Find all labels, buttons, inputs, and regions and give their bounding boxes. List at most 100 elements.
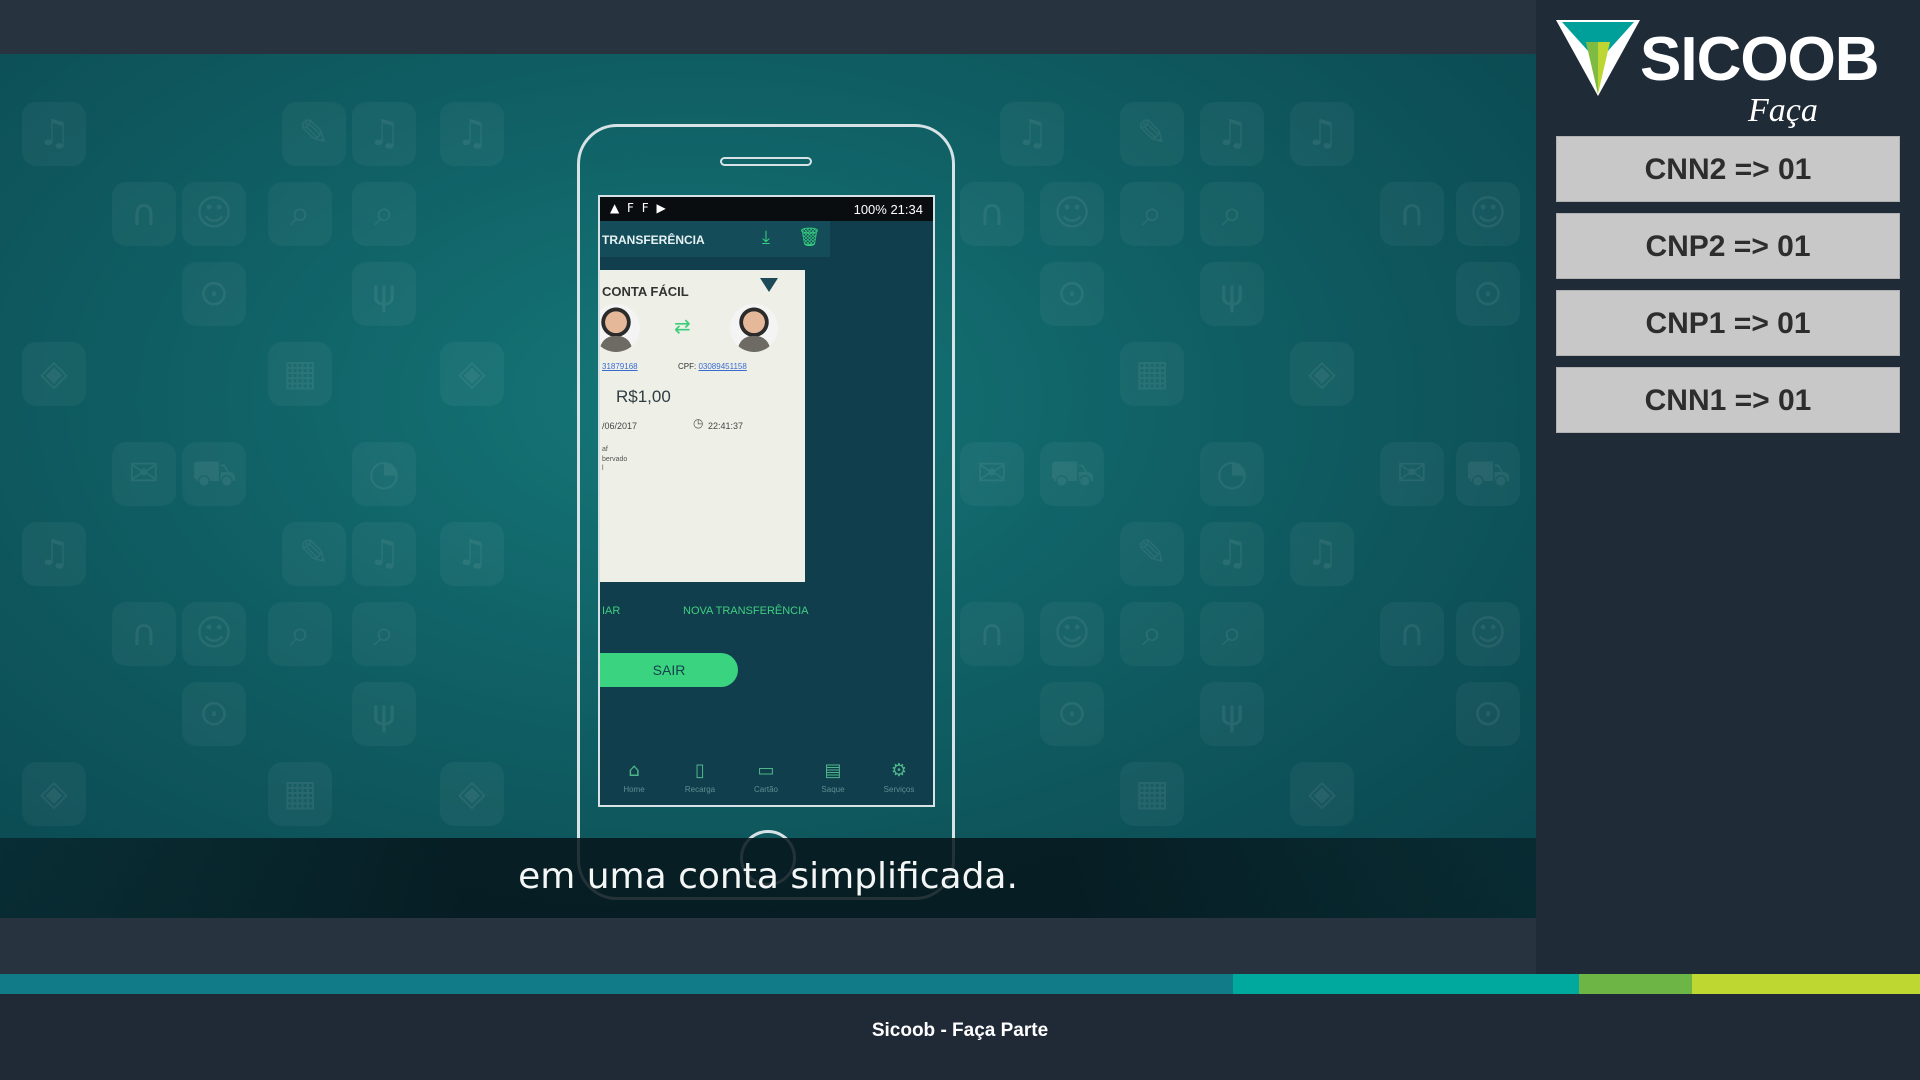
music-icon: ♫ (22, 522, 86, 586)
pen-icon: ✎ (1120, 102, 1184, 166)
nav-label: Home (623, 785, 645, 794)
headphones-icon: ∩ (112, 182, 176, 246)
download-icon[interactable]: ⤓ (762, 227, 770, 248)
badge-icon: ◈ (440, 762, 504, 826)
nav-label: Saque (821, 785, 845, 794)
nav-servicos[interactable]: ⚙ Serviços (871, 761, 927, 795)
sicoob-logo: SICOOB Faça parte. (1556, 18, 1906, 167)
new-transfer-button[interactable]: NOVA TRANSFERÊNCIA (683, 605, 809, 617)
exit-button[interactable]: SAIR (600, 653, 738, 687)
sicoob-mini-logo (760, 278, 778, 292)
location-icon: ⊙ (1456, 262, 1520, 326)
restaurant-icon: ψ (1200, 262, 1264, 326)
status-battery-time: 100% 21:34 (853, 202, 923, 217)
user-icon: ☺ (182, 602, 246, 666)
subtitle-caption: em uma conta simplificada. (518, 856, 1018, 897)
nav-label: Recarga (684, 785, 716, 794)
transfer-receipt: CONTA FÁCIL ⇄ 31879168 CPF: 03089451158 … (600, 270, 805, 582)
transfer-time: 22:41:37 (708, 421, 744, 431)
headphones-icon: ∩ (1380, 182, 1444, 246)
receiver-avatar (730, 304, 778, 352)
badge-icon: ◈ (22, 762, 86, 826)
badge-icon: ◈ (440, 342, 504, 406)
app-bar-title: TRANSFERÊNCIA (602, 233, 705, 247)
code-box: CNN2 => 01 (1556, 136, 1900, 202)
transfer-arrows-icon: ⇄ (674, 314, 691, 338)
user-icon: ☺ (1040, 182, 1104, 246)
phone-icon: ▯ (695, 760, 705, 781)
music-icon: ♫ (1290, 102, 1354, 166)
status-bar: ▲ F F ▶ 100% 21:34 (600, 197, 933, 221)
search-icon: ⌕ (352, 182, 416, 246)
cart-icon: ⛟ (1456, 442, 1520, 506)
music-icon: ♫ (1000, 102, 1064, 166)
receipt-zigzag-edge (600, 575, 805, 587)
location-icon: ⊙ (182, 262, 246, 326)
search-icon: ⌕ (1200, 602, 1264, 666)
card-icon: ▭ (757, 760, 775, 781)
badge-icon: ◈ (22, 342, 86, 406)
music-icon: ♫ (440, 102, 504, 166)
mail-icon: ✉ (112, 442, 176, 506)
video-player: ♫ ✎ ♫ ♫ ∩ ☺ ⌕ ⌕ ⊙ ψ ◈ ▦ ◈ ✉ ⛟ ◔ ♫ ✎ ♫ ♫ … (0, 0, 1920, 1080)
restaurant-icon: ψ (352, 682, 416, 746)
logo-mark-shape (1586, 42, 1598, 94)
search-icon: ⌕ (268, 602, 332, 666)
brand-color-bar (0, 974, 1920, 994)
mail-icon: ✉ (960, 442, 1024, 506)
receiver-cpf-value[interactable]: 03089451158 (698, 362, 746, 371)
footer: Sicoob - Faça Parte (0, 994, 1920, 1080)
logo-wordmark: SICOOB (1640, 25, 1880, 94)
video-frame[interactable]: ♫ ✎ ♫ ♫ ∩ ☺ ⌕ ⌕ ⊙ ψ ◈ ▦ ◈ ✉ ⛟ ◔ ♫ ✎ ♫ ♫ … (0, 54, 1536, 918)
rss-icon: ◔ (1200, 442, 1264, 506)
music-icon: ♫ (1290, 522, 1354, 586)
nav-saque[interactable]: ▤ Saque (805, 761, 861, 795)
search-icon: ⌕ (1120, 182, 1184, 246)
headphones-icon: ∩ (960, 602, 1024, 666)
receiver-cpf: CPF: 03089451158 (678, 362, 747, 371)
music-icon: ♫ (1200, 102, 1264, 166)
mail-icon: ✉ (1380, 442, 1444, 506)
music-icon: ♫ (22, 102, 86, 166)
app-bar: TRANSFERÊNCIA ⤓ 🗑 (600, 221, 830, 257)
color-segment-green (1579, 974, 1692, 994)
receiver-cpf-label: CPF: (678, 362, 699, 371)
user-icon: ☺ (182, 182, 246, 246)
receipt-fine-print: bervado (602, 456, 628, 463)
badge-icon: ◈ (1290, 342, 1354, 406)
film-icon: ▦ (268, 342, 332, 406)
film-icon: ▦ (1120, 342, 1184, 406)
transfer-amount: R$1,00 (616, 387, 671, 406)
sicoob-logo-mark (1556, 18, 1640, 98)
trash-icon[interactable]: 🗑 (798, 227, 821, 248)
nav-label: Cartão (753, 785, 778, 794)
status-notification-icons: ▲ F F ▶ (610, 201, 668, 215)
phone-mockup: ▲ F F ▶ 100% 21:34 TRANSFERÊNCIA ⤓ 🗑 CON… (577, 124, 955, 900)
nav-label: Serviços (883, 785, 915, 794)
restaurant-icon: ψ (352, 262, 416, 326)
color-segment-lime (1692, 974, 1920, 994)
sender-cpf[interactable]: 31879168 (602, 362, 638, 371)
nav-home[interactable]: ⌂ Home (606, 760, 662, 795)
search-icon: ⌕ (1120, 602, 1184, 666)
user-icon: ☺ (1040, 602, 1104, 666)
receipt-title: CONTA FÁCIL (602, 284, 689, 299)
music-icon: ♫ (1200, 522, 1264, 586)
headphones-icon: ∩ (112, 602, 176, 666)
color-segment-teal-dark (0, 974, 1233, 994)
film-icon: ▦ (268, 762, 332, 826)
nav-recarga[interactable]: ▯ Recarga (672, 760, 728, 795)
code-box: CNN1 => 01 (1556, 367, 1900, 433)
color-segment-teal (1233, 974, 1579, 994)
pen-icon: ✎ (282, 522, 346, 586)
video-title: Sicoob - Faça Parte (871, 1020, 1049, 1041)
location-icon: ⊙ (1040, 682, 1104, 746)
share-button[interactable]: IAR (602, 605, 620, 617)
pen-icon: ✎ (282, 102, 346, 166)
receipt-fine-print: l (602, 465, 604, 472)
pen-icon: ✎ (1120, 522, 1184, 586)
user-icon: ☺ (1456, 182, 1520, 246)
home-icon: ⌂ (628, 760, 640, 781)
nav-cartao[interactable]: ▭ Cartão (738, 760, 794, 795)
phone-speaker (720, 157, 812, 166)
